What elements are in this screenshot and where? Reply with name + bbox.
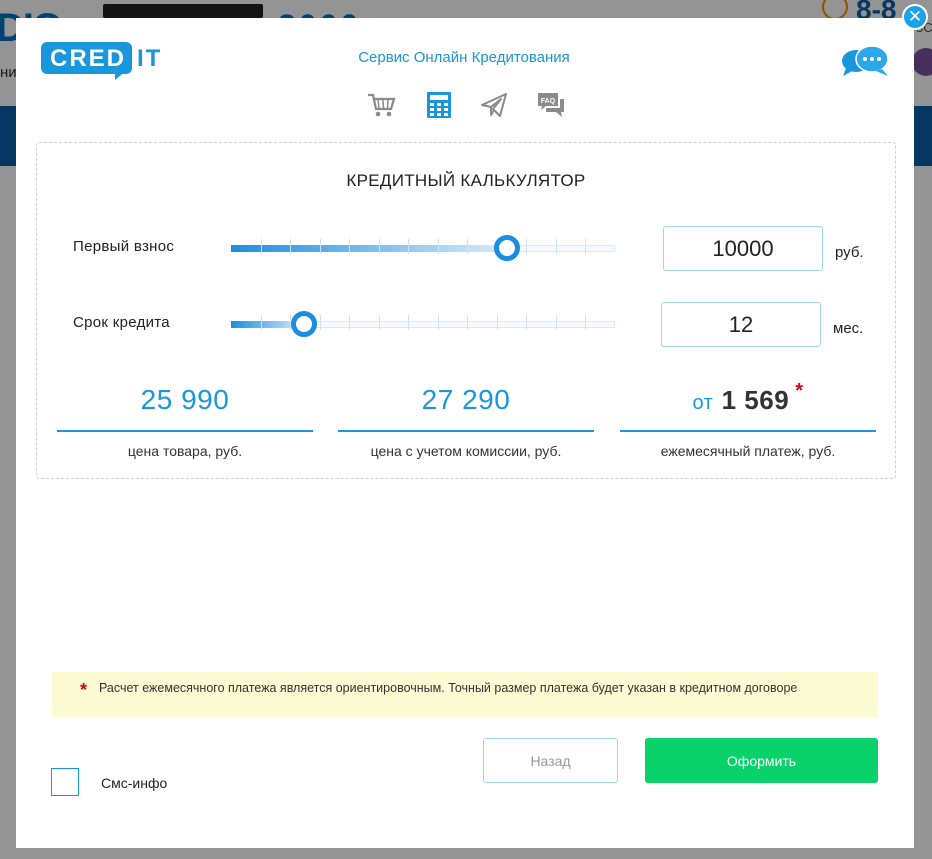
slider-tick — [555, 315, 557, 330]
slider-tick — [496, 315, 498, 330]
slider-tick — [585, 239, 587, 254]
note-text: Расчет ежемесячного платежа является ори… — [99, 681, 798, 695]
cart-icon[interactable] — [366, 90, 396, 120]
slider-tick — [319, 239, 321, 254]
slider-thumb[interactable] — [290, 311, 317, 337]
monthly-prefix: от — [692, 392, 714, 414]
paper-plane-icon[interactable] — [479, 90, 509, 120]
monthly-caption: ежемесячный платеж, руб. — [660, 443, 836, 459]
slider-tick — [467, 239, 469, 254]
slider-thumb[interactable] — [494, 235, 521, 261]
slider-tick — [526, 239, 528, 254]
calculator-panel: КРЕДИТНЫЙ КАЛЬКУЛЯТОР Первый взнос руб. … — [36, 142, 896, 479]
slider-tick — [437, 315, 439, 330]
back-button[interactable]: Назад — [483, 738, 618, 783]
down-payment-unit: руб. — [835, 244, 864, 261]
result-price: 25 990 цена товара, руб. — [57, 384, 313, 459]
slider-tick — [437, 239, 439, 254]
slider-tick — [467, 315, 469, 330]
slider-tick — [319, 315, 321, 330]
slider-tick — [378, 315, 380, 330]
chat-icon[interactable] — [840, 44, 892, 78]
logo-main-text: CRED — [50, 45, 127, 72]
slider-tick — [555, 239, 557, 254]
term-input[interactable] — [661, 302, 821, 347]
slider-tick — [260, 315, 262, 330]
result-underline — [338, 430, 594, 432]
slider-tick — [260, 239, 262, 254]
down-payment-input[interactable] — [663, 226, 823, 271]
result-underline — [620, 430, 876, 432]
monthly-value-line: от 1 569 * — [620, 380, 876, 424]
result-underline — [57, 430, 313, 432]
credit-logo: CRED IT — [41, 42, 171, 80]
slider-tick — [349, 239, 351, 254]
price-caption: цена товара, руб. — [127, 443, 243, 459]
slider-tick — [290, 239, 292, 254]
price-with-fee-caption: цена с учетом комиссии, руб. — [370, 443, 562, 459]
service-title: Сервис Онлайн Кредитования — [358, 49, 570, 66]
monthly-footnote-star: * — [795, 380, 804, 402]
faq-text: FAQ — [541, 98, 556, 105]
result-monthly: от 1 569 * ежемесячный платеж, руб. — [620, 380, 876, 459]
slider-tick — [526, 315, 528, 330]
note-star: * — [80, 680, 88, 700]
sms-info-label: Смс-инфо — [101, 775, 168, 791]
logo-suffix-text: IT — [137, 45, 163, 72]
slider-tick — [378, 239, 380, 254]
price-with-fee-value: 27 290 — [421, 384, 511, 415]
slider-fill — [231, 245, 508, 252]
monthly-value: 1 569 — [721, 385, 790, 415]
term-label: Срок кредита — [73, 314, 170, 331]
sms-info-checkbox[interactable] — [51, 768, 79, 796]
close-icon[interactable]: ✕ — [902, 4, 928, 30]
term-slider[interactable] — [231, 311, 615, 337]
calculator-title: КРЕДИТНЫЙ КАЛЬКУЛЯТОР — [346, 171, 586, 190]
result-price-with-fee: 27 290 цена с учетом комиссии, руб. — [338, 384, 594, 459]
down-payment-label: Первый взнос — [73, 238, 175, 255]
slider-tick — [408, 315, 410, 330]
calculator-icon[interactable] — [424, 90, 454, 120]
slider-tick — [349, 315, 351, 330]
disclaimer-note: * Расчет ежемесячного платежа является о… — [52, 672, 878, 717]
credit-modal: CRED IT Сервис Онлайн Кредитования FAQ К… — [16, 18, 914, 848]
faq-icon[interactable]: FAQ — [536, 90, 566, 120]
down-payment-slider[interactable] — [231, 235, 615, 261]
term-unit: мес. — [833, 320, 864, 337]
price-value: 25 990 — [140, 384, 230, 415]
submit-button[interactable]: Оформить — [645, 738, 878, 783]
slider-tick — [408, 239, 410, 254]
slider-tick — [585, 315, 587, 330]
